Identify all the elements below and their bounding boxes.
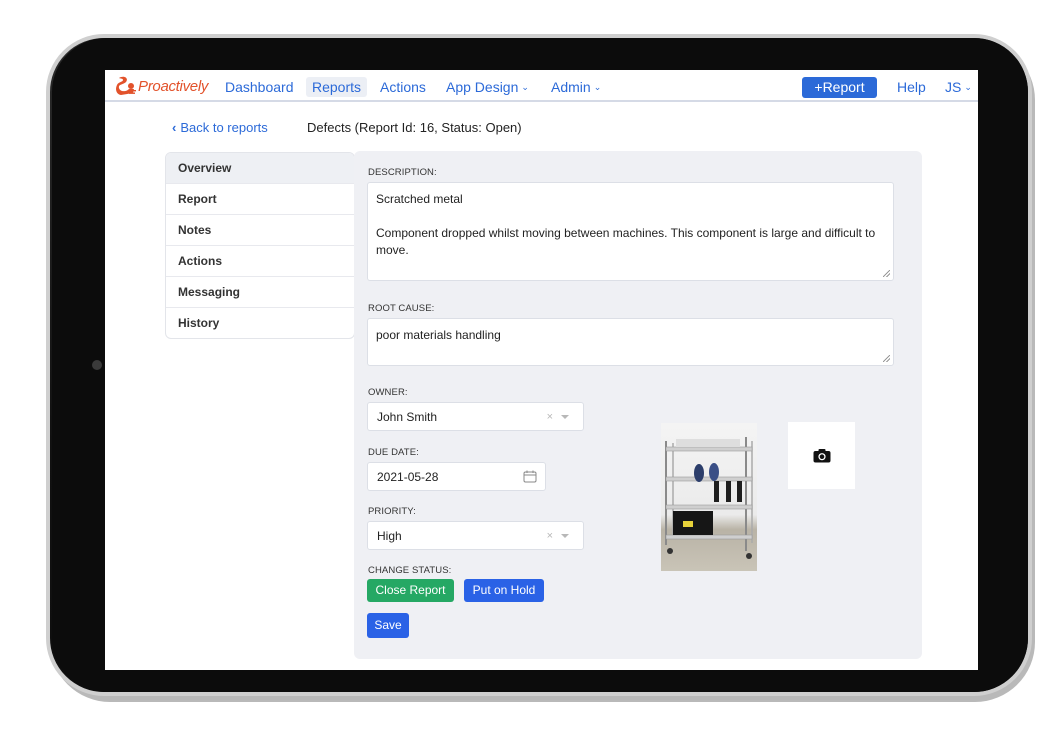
caret-down-icon[interactable] (561, 534, 569, 538)
add-photo-tile[interactable] (788, 422, 855, 489)
calendar-icon[interactable] (523, 470, 537, 483)
sidebar-item-actions[interactable]: Actions (166, 246, 354, 277)
tablet-camera (92, 360, 102, 370)
navbar: Proactively Dashboard Reports Actions Ap… (105, 70, 978, 102)
chevron-left-icon: ‹ (172, 120, 177, 135)
root-cause-textarea[interactable]: poor materials handling (367, 318, 894, 366)
clear-icon[interactable]: × (547, 411, 553, 423)
chevron-down-icon: ⌄ (521, 82, 529, 92)
squirrel-logo-icon (116, 76, 136, 95)
nav-app-design[interactable]: App Design ⌄ (440, 77, 535, 97)
priority-label: PRIORITY: (368, 506, 416, 517)
put-on-hold-button[interactable]: Put on Hold (464, 579, 544, 602)
nav-app-design-label: App Design (446, 79, 519, 95)
chevron-down-icon: ⌄ (964, 82, 972, 92)
chevron-down-icon: ⌄ (593, 82, 602, 92)
page-title: Defects (Report Id: 16, Status: Open) (307, 120, 522, 135)
nav-help[interactable]: Help (891, 77, 932, 97)
priority-select[interactable]: High × (367, 521, 584, 550)
due-date-value: 2021-05-28 (377, 469, 439, 484)
app-screen: Proactively Dashboard Reports Actions Ap… (105, 70, 978, 670)
user-menu[interactable]: JS ⌄ (939, 77, 978, 97)
camera-icon (813, 449, 830, 463)
description-label: DESCRIPTION: (368, 167, 437, 178)
close-report-button[interactable]: Close Report (367, 579, 454, 602)
nav-dashboard[interactable]: Dashboard (219, 77, 300, 97)
owner-value: John Smith (377, 409, 438, 424)
report-sidebar: Overview Report Notes Actions Messaging … (165, 152, 355, 339)
priority-value: High (377, 528, 402, 543)
change-status-label: CHANGE STATUS: (368, 565, 452, 576)
logo-text: Proactively (138, 77, 209, 95)
root-cause-value: poor materials handling (376, 328, 501, 342)
attachment-photo[interactable] (661, 423, 757, 571)
owner-label: OWNER: (368, 387, 408, 398)
due-date-input[interactable]: 2021-05-28 (367, 462, 546, 491)
description-line-1: Scratched metal (376, 192, 463, 206)
root-cause-label: ROOT CAUSE: (368, 303, 435, 314)
nav-actions[interactable]: Actions (374, 77, 432, 97)
sidebar-item-messaging[interactable]: Messaging (166, 277, 354, 308)
description-textarea[interactable]: Scratched metal Component dropped whilst… (367, 182, 894, 281)
owner-select[interactable]: John Smith × (367, 402, 584, 431)
sidebar-item-notes[interactable]: Notes (166, 215, 354, 246)
nav-admin[interactable]: Admin ⌄ (545, 77, 607, 97)
caret-down-icon[interactable] (561, 415, 569, 419)
clear-icon[interactable]: × (547, 530, 553, 542)
sidebar-item-report[interactable]: Report (166, 184, 354, 215)
sidebar-item-history[interactable]: History (166, 308, 354, 338)
add-report-button[interactable]: +Report (802, 77, 877, 98)
user-initials: JS (945, 79, 962, 95)
logo[interactable]: Proactively (115, 75, 208, 97)
save-button[interactable]: Save (367, 613, 409, 638)
sidebar-item-overview[interactable]: Overview (166, 153, 354, 184)
due-date-label: DUE DATE: (368, 447, 419, 458)
description-line-2: Component dropped whilst moving between … (376, 226, 876, 257)
nav-admin-label: Admin (551, 79, 591, 95)
resize-handle-icon[interactable] (883, 270, 890, 277)
shelving-rack-image (665, 437, 753, 559)
overview-panel: DESCRIPTION: Scratched metal Component d… (354, 151, 922, 659)
nav-reports[interactable]: Reports (306, 77, 368, 97)
back-to-reports-link[interactable]: ‹ Back to reports (172, 120, 268, 135)
resize-handle-icon[interactable] (883, 355, 890, 362)
back-label: Back to reports (180, 120, 268, 135)
